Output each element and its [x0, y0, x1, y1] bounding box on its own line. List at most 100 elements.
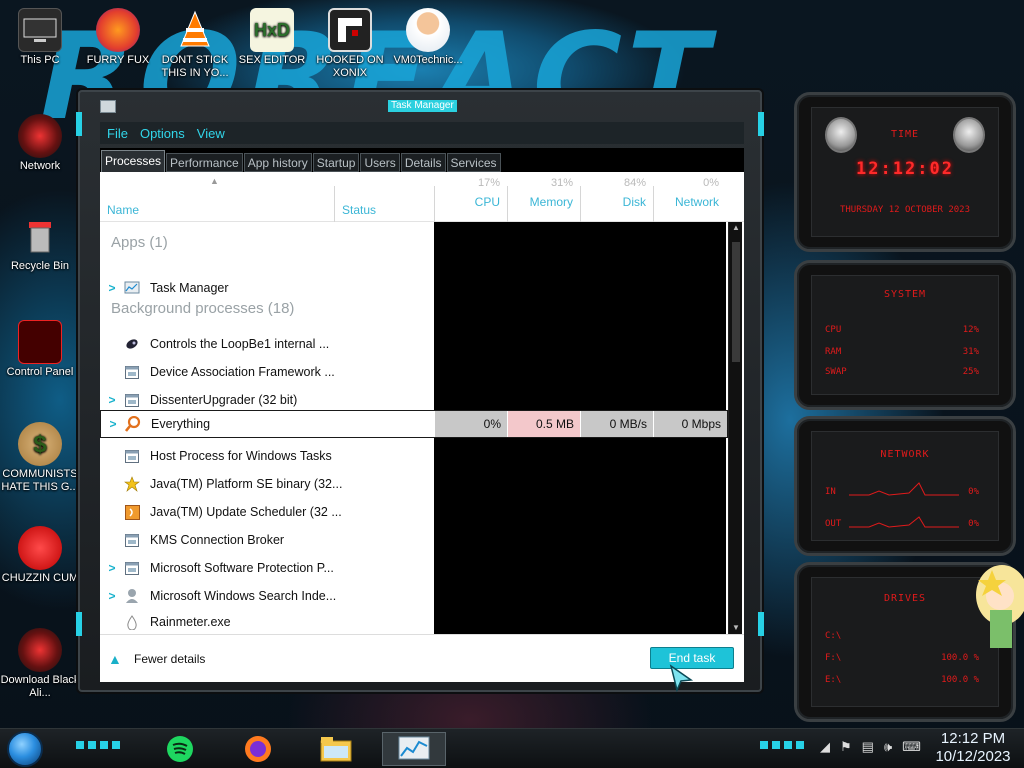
expand-chevron-icon[interactable]: > [101, 417, 125, 431]
desktop-icon-recycle-bin[interactable]: Recycle Bin [0, 214, 80, 273]
column-name[interactable]: Name [107, 203, 139, 217]
service-window-icon [124, 392, 140, 408]
system-row-swap: SWAP 25% [825, 367, 979, 377]
drive-row-e: E:\ 100.0 % [825, 675, 979, 685]
process-row[interactable]: Device Association Framework ... [100, 358, 434, 386]
process-row[interactable]: KMS Connection Broker [100, 526, 434, 554]
this-pc-icon [18, 8, 62, 52]
process-row[interactable]: > Microsoft Windows Search Inde... [100, 582, 434, 610]
frame-accent [76, 612, 82, 636]
expand-chevron-icon[interactable]: > [100, 561, 124, 575]
magnifier-icon [125, 416, 141, 432]
task-manager-icon [398, 736, 430, 760]
xonix-icon [328, 8, 372, 52]
scroll-up-icon[interactable]: ▲ [729, 222, 743, 234]
process-row[interactable]: Host Process for Windows Tasks [100, 442, 434, 470]
network-tray-icon[interactable]: ▤ [862, 739, 874, 755]
frame-accent [758, 612, 764, 636]
desktop-icon-furry-fux[interactable]: FURRY FUX [78, 8, 158, 67]
group-apps: Apps (1) [111, 234, 168, 251]
footer-bar: ▲ Fewer details End task [100, 634, 744, 682]
widget-date: THURSDAY 12 OCTOBER 2023 [839, 205, 971, 215]
process-row[interactable]: Java(TM) Platform SE binary (32... [100, 470, 434, 498]
drive-row-f: F:\ 100.0 % [825, 653, 979, 663]
desktop-icon-vm0technic[interactable]: VM0Technic... [388, 8, 468, 67]
system-widget-title: SYSTEM [883, 289, 927, 300]
widget-clock: 12:12:02 [856, 159, 954, 179]
service-window-icon [124, 532, 140, 548]
drive-row-c: C:\ [825, 631, 842, 641]
raindrop-icon [124, 614, 140, 630]
scroll-down-icon[interactable]: ▼ [729, 622, 743, 634]
system-widget: SYSTEM CPU 12% RAM 31% SWAP 25% [794, 260, 1016, 410]
window-icon[interactable] [100, 100, 116, 113]
firefox-icon [96, 8, 140, 52]
service-window-icon [124, 560, 140, 576]
expand-chevron-icon[interactable]: > [100, 281, 124, 295]
column-disk[interactable]: 84% Disk [580, 174, 652, 209]
process-row[interactable]: > Task Manager [100, 274, 434, 302]
network-widget: NETWORK IN 0% OUT 0% [794, 416, 1016, 556]
vertical-scrollbar[interactable]: ▲ ▼ [728, 222, 742, 634]
alien-download-icon [18, 628, 62, 672]
tab-users[interactable]: Users [360, 153, 400, 172]
money-bag-icon: $ [18, 422, 62, 466]
network-graph [849, 482, 959, 528]
process-row[interactable]: > Microsoft Software Protection P... [100, 554, 434, 582]
taskbar-task-manager[interactable] [382, 732, 446, 766]
column-cpu[interactable]: 17% CPU [434, 174, 506, 209]
menu-file[interactable]: File [107, 126, 128, 141]
tab-services[interactable]: Services [446, 153, 501, 172]
fewer-details-button[interactable]: ▲ Fewer details [108, 652, 205, 666]
process-row[interactable]: Controls the LoopBe1 internal ... [100, 330, 434, 358]
taskbar-file-explorer[interactable] [304, 732, 368, 766]
column-network[interactable]: 0% Network [653, 174, 725, 209]
selected-memory: 0.5 MB [507, 411, 580, 437]
keyboard-icon[interactable]: ⌨ [902, 739, 921, 755]
scroll-thumb[interactable] [732, 242, 740, 362]
taskbar-clock[interactable]: 12:12 PM 10/12/2023 [930, 730, 1016, 766]
menu-view[interactable]: View [197, 126, 225, 141]
tab-app-history[interactable]: App history [243, 153, 312, 172]
volume-icon[interactable]: 🕪 [884, 739, 892, 755]
taskbar-spotify[interactable] [148, 732, 212, 766]
taskbar-firefox[interactable] [226, 732, 290, 766]
column-memory[interactable]: 31% Memory [507, 174, 579, 209]
clock-time: 12:12 PM [940, 730, 1006, 747]
network-icon [18, 114, 62, 158]
desktop-icon-network[interactable]: Network [0, 114, 80, 173]
desktop-icon-this-pc[interactable]: This PC [0, 8, 80, 67]
tab-processes[interactable]: Processes [101, 150, 166, 172]
show-hidden-icon[interactable]: ◢ [820, 739, 830, 755]
process-row[interactable]: Rainmeter.exe [100, 610, 434, 634]
tab-details[interactable]: Details [400, 153, 446, 172]
tab-startup[interactable]: Startup [312, 153, 360, 172]
service-window-icon [124, 448, 140, 464]
cartoon-character-sticker [976, 565, 1024, 648]
selected-process-name: > Everything [101, 411, 434, 437]
tab-performance[interactable]: Performance [166, 153, 243, 172]
desktop-icon-control-panel[interactable]: Control Panel [0, 320, 80, 379]
menu-options[interactable]: Options [140, 126, 185, 141]
desktop-icon-communists[interactable]: $ COMMUNISTS HATE THIS G... [0, 422, 80, 494]
desktop-icon-xonix[interactable]: HOOKED ON XONIX [310, 8, 390, 80]
desktop-icon-vlc[interactable]: DONT STICK THIS IN YO... [155, 8, 235, 80]
java-icon [124, 476, 140, 492]
column-status[interactable]: Status [342, 203, 376, 217]
flag-icon[interactable]: ⚑ [840, 739, 852, 755]
group-background: Background processes (18) [111, 300, 295, 317]
window-title: Task Manager [388, 100, 457, 112]
expand-chevron-icon[interactable]: > [100, 589, 124, 603]
desktop-icon-chuzzin[interactable]: CHUZZIN CUM [0, 526, 80, 585]
system-row-cpu: CPU 12% [825, 325, 979, 335]
desktop-icon-download-black[interactable]: Download Black Ali... [0, 628, 80, 700]
hxd-editor-icon: HxD [250, 8, 294, 52]
expand-chevron-icon[interactable]: > [100, 393, 124, 407]
firefox-icon [245, 736, 271, 762]
taskbar: ◢ ⚑ ▤ 🕪 ⌨ 12:12 PM 10/12/2023 [0, 728, 1024, 768]
task-manager-window: Task Manager File Options View Processes… [76, 90, 764, 692]
process-row[interactable]: Java(TM) Update Scheduler (32 ... [100, 498, 434, 526]
start-button[interactable] [7, 731, 43, 767]
desktop-icon-sex-editor[interactable]: HxD SEX EDITOR [232, 8, 312, 67]
selected-process-row[interactable]: > Everything 0% 0.5 MB 0 MB/s 0 Mbps [100, 410, 728, 438]
